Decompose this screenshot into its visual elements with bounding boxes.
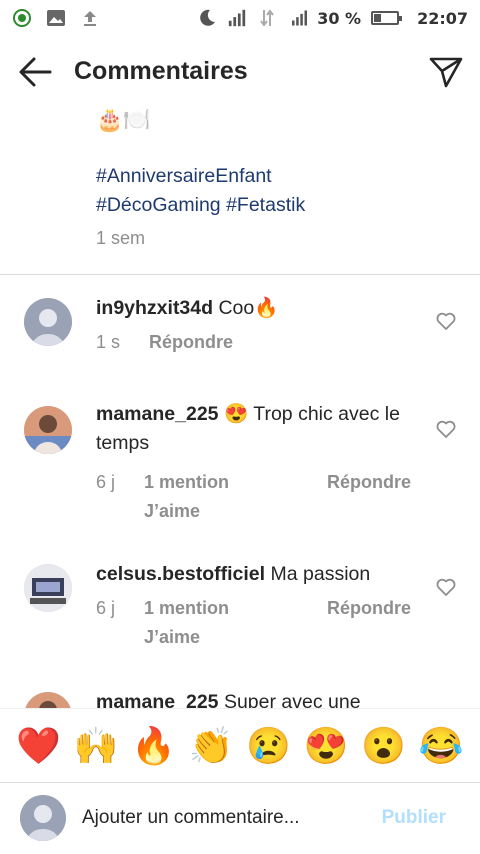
status-bar: 30 % 22:07 bbox=[0, 0, 480, 36]
header: Commentaires bbox=[0, 40, 480, 104]
comment-text: mamane_225 😍 Trop chic avec le temps bbox=[96, 400, 426, 458]
likes-count[interactable]: 1 mention J’aime bbox=[144, 594, 264, 652]
avatar bbox=[20, 795, 66, 841]
heart-outline-icon bbox=[436, 312, 456, 330]
reply-button[interactable]: Répondre bbox=[149, 332, 233, 352]
moon-icon bbox=[197, 8, 217, 28]
share-button[interactable] bbox=[428, 54, 464, 90]
page-title: Commentaires bbox=[74, 57, 248, 85]
battery-icon bbox=[371, 11, 403, 25]
comment-username[interactable]: in9yhzxit34d bbox=[96, 297, 213, 319]
comment-timestamp: 6 j bbox=[96, 472, 116, 492]
clock: 22:07 bbox=[417, 8, 468, 28]
comment-timestamp: 6 j bbox=[96, 598, 116, 618]
comment-text: mamane_225 Super avec une bbox=[96, 688, 426, 708]
hashtag-link[interactable]: #DécoGaming bbox=[96, 194, 221, 216]
emoji-raised-hands-button[interactable]: 🙌 bbox=[74, 725, 119, 766]
comment-text: in9yhzxit34d Coo🔥 bbox=[96, 294, 426, 323]
battery-percent: 30 % bbox=[317, 8, 362, 28]
publish-button[interactable]: Publier bbox=[382, 807, 446, 829]
emoji-clap-button[interactable]: 👏 bbox=[189, 725, 234, 766]
like-button[interactable] bbox=[436, 578, 456, 596]
likes-count[interactable]: 1 mention J’aime bbox=[144, 468, 264, 526]
divider bbox=[0, 274, 480, 275]
post-caption: 🎂🍽️ #AnniversaireEnfant #DécoGaming #Fet… bbox=[96, 104, 456, 249]
image-icon bbox=[46, 8, 66, 28]
comment-username[interactable]: mamane_225 bbox=[96, 403, 219, 425]
hashtag-link[interactable]: #AnniversaireEnfant bbox=[96, 165, 272, 187]
comment-body: Coo🔥 bbox=[218, 297, 279, 319]
signal-icon bbox=[227, 8, 247, 28]
back-button[interactable] bbox=[16, 54, 56, 90]
emoji-fire-button[interactable]: 🔥 bbox=[131, 725, 176, 766]
emoji-laughing-button[interactable]: 😂 bbox=[419, 725, 464, 766]
data-transfer-icon bbox=[257, 8, 277, 28]
comment-meta: 1 s Répondre bbox=[96, 332, 233, 353]
like-button[interactable] bbox=[436, 312, 456, 330]
comment-item: mamane_225 Super avec une bbox=[0, 688, 480, 708]
avatar[interactable] bbox=[24, 406, 72, 454]
comment-timestamp: 1 s bbox=[96, 332, 121, 352]
comment-input[interactable] bbox=[82, 803, 362, 833]
comment-text: celsus.bestofficiel Ma passion bbox=[96, 560, 426, 589]
arrow-left-icon bbox=[19, 57, 52, 87]
heart-outline-icon bbox=[436, 578, 456, 596]
caption-timestamp: 1 sem bbox=[96, 228, 146, 248]
avatar[interactable] bbox=[24, 298, 72, 346]
comment-body: Ma passion bbox=[270, 563, 371, 585]
emoji-heart-button[interactable]: ❤️ bbox=[16, 725, 61, 766]
hashtag-link[interactable]: #Fetastik bbox=[226, 194, 305, 216]
emoji-heart-eyes-button[interactable]: 😍 bbox=[304, 725, 349, 766]
reply-button[interactable]: Répondre bbox=[327, 594, 411, 623]
data-saver-icon bbox=[12, 8, 32, 28]
comment-body: Super avec une bbox=[223, 691, 361, 708]
signal-h-icon bbox=[287, 8, 308, 28]
avatar[interactable] bbox=[24, 692, 72, 708]
emoji-reaction-bar: ❤️ 🙌 🔥 👏 😢 😍 😮 😂 bbox=[0, 708, 480, 782]
paper-plane-icon bbox=[429, 57, 463, 88]
emoji-surprised-button[interactable]: 😮 bbox=[361, 725, 406, 766]
comment-username[interactable]: celsus.bestofficiel bbox=[96, 563, 265, 585]
avatar[interactable] bbox=[24, 564, 72, 612]
caption-emojis: 🎂🍽️ bbox=[96, 107, 151, 132]
hashtags: #AnniversaireEnfant #DécoGaming #Fetasti… bbox=[96, 162, 456, 220]
reply-button[interactable]: Répondre bbox=[327, 468, 411, 497]
comment-username[interactable]: mamane_225 bbox=[96, 691, 219, 708]
upload-icon bbox=[80, 8, 100, 28]
emoji-crying-button[interactable]: 😢 bbox=[246, 725, 291, 766]
comment-composer: Publier bbox=[0, 783, 480, 854]
like-button[interactable] bbox=[436, 420, 456, 438]
heart-outline-icon bbox=[436, 420, 456, 438]
